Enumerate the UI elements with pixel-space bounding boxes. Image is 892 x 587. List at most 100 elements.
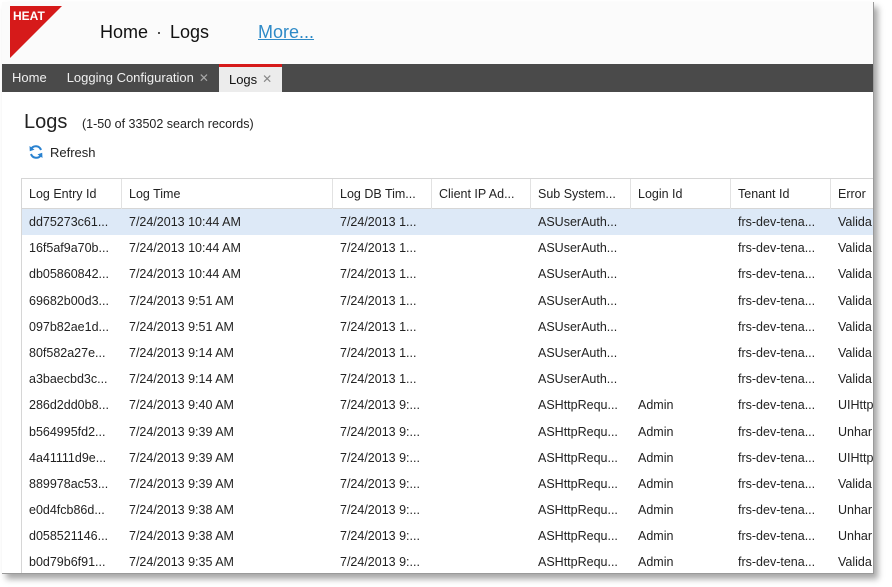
cell-log-db-time: 7/24/2013 1... — [340, 215, 417, 229]
refresh-icon — [29, 145, 43, 159]
cell-error: Unhar — [838, 503, 873, 518]
cell-tenant-id: frs-dev-tena... — [738, 319, 816, 334]
column-header-client-ip[interactable]: Client IP Ad... — [432, 179, 531, 209]
cell-tenant-id: frs-dev-tena... — [738, 424, 816, 439]
cell-login-id: Admin — [638, 503, 674, 518]
cell-login-id — [631, 314, 731, 340]
cell-error: Valida — [838, 241, 872, 256]
cell-login-id — [631, 340, 731, 366]
cell-login-id: Admin — [638, 555, 674, 570]
cell-login-id: Admin — [638, 476, 674, 491]
refresh-button[interactable]: Refresh — [28, 144, 96, 160]
top-nav-logs[interactable]: Logs — [170, 22, 209, 42]
cell-log-entry-id: 80f582a27e... — [29, 345, 106, 360]
cell-log-db-time: 7/24/2013 9:... — [340, 503, 420, 518]
cell-error: Valida — [838, 215, 872, 229]
top-nav-home[interactable]: Home — [100, 22, 148, 42]
tab-label: Logging Configuration — [66, 70, 194, 85]
cell-client-ip — [432, 314, 531, 340]
cell-log-entry-id: 889978ac53... — [29, 476, 109, 491]
cell-sub-system: ASHttpRequ... — [538, 450, 618, 465]
cell-log-entry-id: d058521146... — [29, 529, 109, 544]
cell-log-time: 7/24/2013 9:35 AM — [129, 555, 234, 570]
cell-log-time: 7/24/2013 9:38 AM — [129, 503, 234, 518]
cell-sub-system: ASHttpRequ... — [538, 398, 618, 413]
cell-client-ip — [432, 261, 531, 287]
cell-client-ip — [432, 419, 531, 445]
table-row[interactable]: 4a41111d9e... 7/24/2013 9:39 AM 7/24/2013 … — [22, 445, 873, 471]
column-header-tenant-id[interactable]: Tenant Id — [731, 179, 831, 209]
cell-sub-system: ASHttpRequ... — [538, 503, 618, 518]
cell-error: Unhar — [838, 529, 873, 544]
cell-log-entry-id: 286d2dd0b8... — [29, 398, 109, 413]
app-window: HEAT Home · Logs More... Home Logging Conf… — [2, 2, 874, 574]
table-row[interactable]: 889978ac53... 7/24/2013 9:39 AM 7/24/2013 … — [22, 471, 873, 497]
cell-client-ip — [432, 392, 531, 418]
close-icon[interactable]: ✕ — [199, 64, 209, 92]
table-row[interactable]: a3baecbd3c... 7/24/2013 9:14 AM 7/24/2013 … — [22, 366, 873, 392]
table-row[interactable]: 097b82ae1d... 7/24/2013 9:51 AM 7/24/2013 … — [22, 314, 873, 340]
cell-tenant-id: frs-dev-tena... — [738, 555, 816, 570]
tab-logs[interactable]: Logs ✕ — [218, 64, 283, 92]
table-row[interactable]: 286d2dd0b8... 7/24/2013 9:40 AM 7/24/2013 … — [22, 392, 874, 418]
cell-error: Valida — [838, 293, 872, 308]
cell-login-id: Admin — [638, 450, 674, 465]
cell-log-entry-id: 097b82ae1d... — [29, 319, 109, 334]
table-row[interactable]: b564995fd2... 7/24/2013 9:39 AM 7/24/2013 … — [22, 419, 873, 445]
cell-sub-system: ASHttpRequ... — [538, 529, 618, 544]
close-icon[interactable]: ✕ — [262, 67, 272, 92]
cell-sub-system: ASHttpRequ... — [538, 476, 618, 491]
column-header-sub-system[interactable]: Sub System... — [531, 179, 631, 209]
cell-tenant-id: frs-dev-tena... — [738, 529, 816, 544]
cell-log-time: 7/24/2013 9:39 AM — [129, 476, 234, 491]
cell-tenant-id: frs-dev-tena... — [738, 476, 816, 491]
cell-login-id — [631, 209, 731, 235]
cell-client-ip — [432, 471, 531, 497]
table-row[interactable]: 80f582a27e... 7/24/2013 9:14 AM 7/24/2013 … — [22, 340, 873, 366]
cell-log-time: 7/24/2013 9:38 AM — [129, 529, 234, 544]
table-row[interactable]: dd75273c61... 7/24/2013 10:44 AM 7/24/2013… — [22, 209, 873, 236]
tab-logging-configuration[interactable]: Logging Configuration ✕ — [57, 64, 219, 92]
cell-log-db-time: 7/24/2013 9:... — [340, 555, 420, 570]
column-header-login-id[interactable]: Login Id — [631, 179, 731, 209]
cell-client-ip — [432, 366, 531, 392]
cell-error: UIHttp — [838, 398, 874, 413]
cell-login-id: Admin — [638, 398, 674, 413]
cell-log-entry-id: a3baecbd3c... — [29, 372, 108, 387]
cell-sub-system: ASHttpRequ... — [538, 424, 618, 439]
cell-tenant-id: frs-dev-tena... — [738, 267, 816, 282]
table-row[interactable]: db05860842... 7/24/2013 10:44 AM 7/24/2013… — [22, 261, 873, 287]
cell-log-time: 7/24/2013 9:39 AM — [129, 450, 234, 465]
tab-label: Home — [12, 70, 47, 85]
cell-error: Valida — [838, 476, 872, 491]
column-header-log-time[interactable]: Log Time — [122, 179, 333, 209]
column-header-log-entry-id[interactable]: Log Entry Id — [22, 179, 122, 209]
cell-log-time: 7/24/2013 9:51 AM — [129, 319, 234, 334]
cell-client-ip — [432, 340, 531, 366]
cell-log-db-time: 7/24/2013 9:... — [340, 529, 420, 544]
cell-sub-system: ASUserAuth... — [538, 345, 618, 360]
table-row[interactable]: 69682b00d3... 7/24/2013 9:51 AM 7/24/2013 … — [22, 288, 873, 314]
cell-log-entry-id: 69682b00d3... — [29, 293, 109, 308]
cell-log-db-time: 7/24/2013 1... — [340, 319, 417, 334]
table-row[interactable]: 16f5af9a70b... 7/24/2013 10:44 AM 7/24/201… — [22, 235, 873, 261]
cell-login-id — [631, 235, 731, 261]
tab-home[interactable]: Home — [2, 64, 57, 92]
tab-bar: Home Logging Configuration ✕ Logs ✕ — [2, 64, 873, 92]
more-link[interactable]: More... — [258, 22, 314, 43]
cell-log-time: 7/24/2013 10:44 AM — [129, 267, 241, 282]
cell-tenant-id: frs-dev-tena... — [738, 372, 816, 387]
cell-error: Valida — [838, 319, 872, 334]
cell-tenant-id: frs-dev-tena... — [738, 215, 816, 229]
table-row[interactable]: d058521146... 7/24/2013 9:38 AM 7/24/2013 … — [22, 523, 873, 549]
cell-client-ip — [432, 235, 531, 261]
column-header-log-db-time[interactable]: Log DB Tim... — [333, 179, 432, 209]
table-row[interactable]: b0d79b6f91... 7/24/2013 9:35 AM 7/24/2013 … — [22, 549, 873, 573]
cell-log-entry-id: 4a41111d9e... — [29, 450, 107, 465]
cell-log-db-time: 7/24/2013 1... — [340, 293, 417, 308]
table-row[interactable]: e0d4fcb86d... 7/24/2013 9:38 AM 7/24/2013 … — [22, 497, 873, 523]
cell-error: Valida — [838, 372, 872, 387]
logo-text: HEAT — [13, 9, 45, 23]
cell-sub-system: ASUserAuth... — [538, 215, 618, 229]
column-header-error[interactable]: Error — [831, 179, 873, 209]
